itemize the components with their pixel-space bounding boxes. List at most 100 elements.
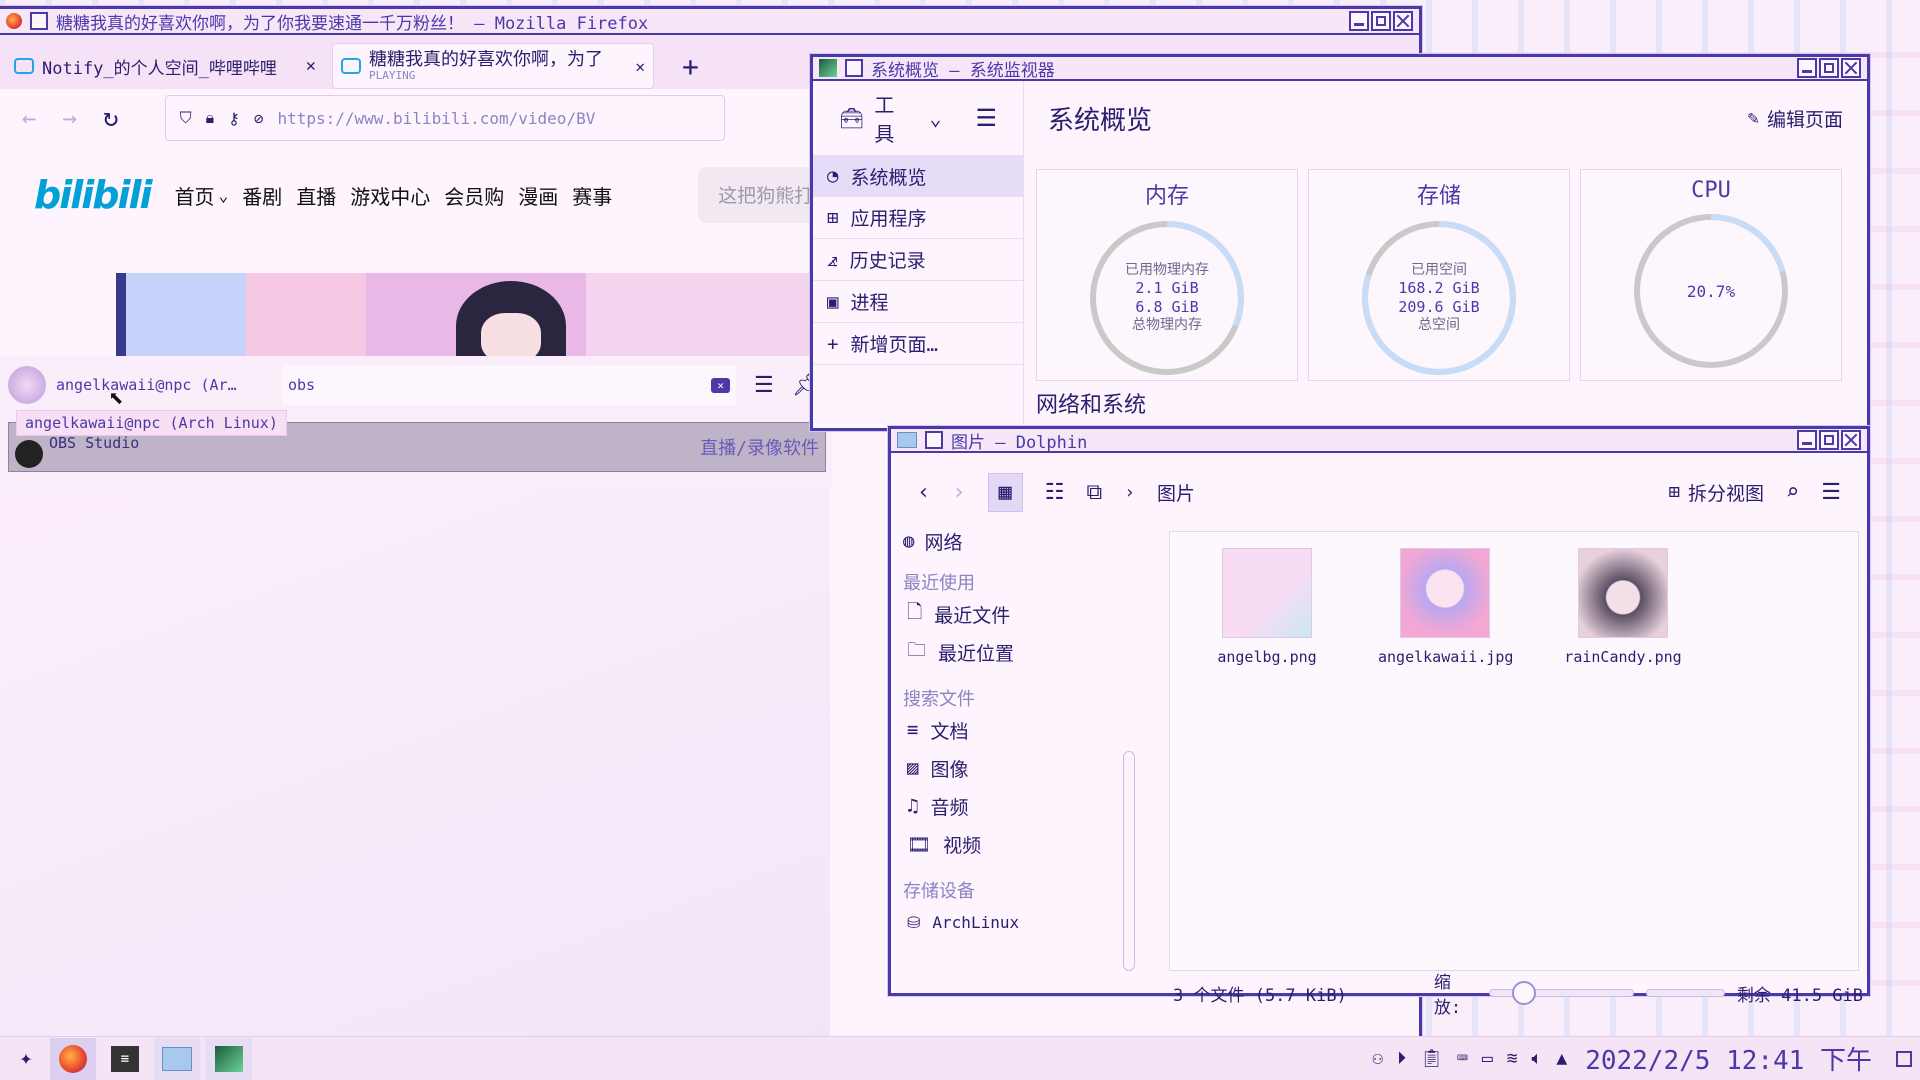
nav-processes[interactable]: ▣ 进程 [813, 281, 1023, 323]
window-menu-icon[interactable] [925, 431, 943, 449]
close-tab-icon[interactable]: ✕ [635, 57, 645, 76]
nav-shop[interactable]: 会员购 [444, 181, 504, 210]
place-recent-files[interactable]: 🗋︎ 最近文件 [903, 595, 1127, 633]
nav-live[interactable]: 直播 [296, 181, 336, 210]
tab-bilibili-space[interactable]: Notify_的个人空间_哔哩哔哩 ✕ [6, 45, 324, 87]
breadcrumb[interactable]: 图片 [1157, 479, 1647, 506]
taskbar-firefox[interactable] [50, 1037, 96, 1080]
back-arrow-icon[interactable]: ← [22, 104, 36, 132]
back-icon[interactable]: ‹ [917, 480, 930, 505]
tab-current-video[interactable]: 糖糖我真的好喜欢你啊，为了 PLAYING ✕ [332, 43, 654, 89]
forward-arrow-icon[interactable]: → [62, 104, 76, 132]
close-button[interactable] [1393, 11, 1413, 31]
place-recent-locations[interactable]: 🗀︎ 最近位置 [903, 633, 1127, 671]
zoom-label: 缩放: [1433, 973, 1462, 1018]
minimize-button[interactable] [1797, 58, 1817, 78]
file-item[interactable]: angelkawaii.jpg [1378, 548, 1513, 666]
maximize-button[interactable] [1819, 58, 1839, 78]
file-view[interactable]: angelbg.png angelkawaii.jpg rainCandy.pn… [1169, 531, 1859, 971]
clock[interactable]: 2022/2/5 12:41 下午 [1585, 1040, 1872, 1077]
hamburger-menu-icon[interactable]: ☰ [1821, 480, 1841, 505]
taskbar-dolphin[interactable] [154, 1037, 200, 1080]
tab-label: Notify_的个人空间_哔哩哔哩 [42, 58, 277, 79]
details-view-icon[interactable]: ⧉ [1086, 480, 1102, 505]
icons-view-icon[interactable]: ▦ [987, 472, 1023, 512]
tab-label: 糖糖我真的好喜欢你啊，为了 [369, 50, 603, 71]
video-banner[interactable] [116, 273, 810, 357]
battery-icon[interactable]: ▭ [1482, 1048, 1493, 1069]
search-icon[interactable]: ⌕ [1786, 480, 1799, 505]
nav-history[interactable]: ⦨ 历史记录 [813, 239, 1023, 281]
file-item[interactable]: angelbg.png [1200, 548, 1334, 666]
tools-menu[interactable]: 🧰︎ 工具 ⌄ ☰ [813, 89, 1023, 147]
window-menu-icon[interactable] [30, 12, 48, 30]
reload-icon[interactable]: ↻ [103, 103, 119, 133]
dolphin-window: 图片 — Dolphin ‹ › ▦ ☷ ⧉ › 图片 ⊞ 拆分视图 ⌕ ☰ ◍ 网… [888, 426, 1870, 1018]
sysmon-titlebar[interactable]: 系统概览 — 系统监视器 [813, 57, 1867, 81]
zoom-slider-handle[interactable] [1511, 981, 1536, 1005]
result-name: OBS Studio [49, 434, 140, 452]
kde-connect-icon[interactable]: ⚇ [1372, 1048, 1383, 1069]
permissions-icon[interactable]: ⚷ [228, 109, 240, 128]
breadcrumb-separator-icon: › [1124, 481, 1136, 503]
minimize-button[interactable] [1349, 11, 1369, 31]
clipboard-icon[interactable]: 📋︎ [1420, 1048, 1443, 1069]
sidebar-scrollbar[interactable] [1123, 751, 1135, 971]
sysmon-app-icon [819, 59, 837, 77]
minimize-button[interactable] [1797, 430, 1817, 450]
window-menu-icon[interactable] [845, 59, 863, 77]
close-button[interactable] [1841, 430, 1861, 450]
search-header: 搜索文件 [903, 689, 975, 710]
nav-esports[interactable]: 赛事 [572, 181, 612, 210]
show-desktop-icon[interactable] [1896, 1050, 1912, 1067]
nav-home[interactable]: 首页 [175, 181, 215, 210]
system-tray: ⚇ ⏵ 📋︎ ⌨ ▭ ≋ 🔈︎ ▲ 2022/2/5 12:41 下午 [1372, 1040, 1912, 1077]
maximize-button[interactable] [1371, 11, 1391, 31]
place-network[interactable]: ◍ 网络 [903, 531, 1127, 551]
url-bar[interactable]: ⛉ 🔒︎ ⚷ ⊘ https://www.bilibili.com/video/… [164, 95, 725, 141]
bilibili-logo[interactable]: bilibili [34, 173, 153, 217]
maximize-button[interactable] [1819, 430, 1839, 450]
folder-icon [897, 432, 917, 448]
close-button[interactable] [1841, 58, 1861, 78]
url-text[interactable]: https://www.bilibili.com/video/BV [277, 109, 595, 128]
app-launcher-icon[interactable]: ✦ [8, 1046, 44, 1071]
nav-overview[interactable]: ◔ 系统概览 [813, 155, 1023, 197]
hamburger-menu-icon[interactable]: ☰ [975, 104, 997, 132]
wifi-icon[interactable]: ≋ [1507, 1048, 1518, 1069]
nav-manga[interactable]: 漫画 [518, 181, 558, 210]
shield-icon[interactable]: ⛉ [180, 108, 192, 128]
chevron-down-icon[interactable]: ⌄ [219, 186, 229, 205]
place-documents[interactable]: ≡ 文档 [903, 711, 1127, 749]
nav-anime[interactable]: 番剧 [242, 181, 282, 210]
tray-expand-icon[interactable]: ▲ [1556, 1048, 1567, 1069]
new-tab-button[interactable]: + [682, 50, 699, 83]
search-input[interactable]: obs ✕ [282, 365, 736, 405]
place-audio[interactable]: ♫ 音频 [903, 787, 1127, 825]
split-view-button[interactable]: ⊞ 拆分视图 [1669, 479, 1764, 506]
keyboard-icon[interactable]: ⌨ [1457, 1048, 1468, 1069]
compact-view-icon[interactable]: ☷ [1045, 480, 1065, 505]
place-images[interactable]: ▨ 图像 [903, 749, 1127, 787]
file-item[interactable]: rainCandy.png [1556, 548, 1690, 666]
forward-icon[interactable]: › [952, 480, 965, 505]
settings-sliders-icon[interactable]: ☰ [754, 373, 774, 398]
taskbar-sysmon[interactable] [206, 1037, 252, 1080]
volume-icon[interactable]: 🔈︎ [1532, 1048, 1543, 1069]
taskbar-krunner[interactable]: ≡ [102, 1038, 148, 1080]
nav-add-page[interactable]: + 新增页面… [813, 323, 1023, 365]
nav-applications[interactable]: ⊞ 应用程序 [813, 197, 1023, 239]
clear-text-icon[interactable]: ✕ [711, 377, 730, 393]
zoom-slider[interactable] [1488, 981, 1634, 1005]
nav-game-center[interactable]: 游戏中心 [350, 181, 430, 210]
file-name: rainCandy.png [1564, 648, 1682, 666]
dolphin-titlebar[interactable]: 图片 — Dolphin [891, 429, 1867, 453]
close-tab-icon[interactable]: ✕ [306, 56, 316, 76]
media-player-icon[interactable]: ⏵ [1397, 1048, 1406, 1069]
place-videos[interactable]: 🎞︎ 视频 [903, 825, 1127, 863]
firefox-titlebar[interactable]: 糖糖我真的好喜欢你啊，为了你我要速通一千万粉丝！ — Mozilla Firef… [0, 9, 1419, 35]
edit-page-button[interactable]: ✎ 编辑页面 [1748, 105, 1843, 132]
place-archlinux[interactable]: ⛁ ArchLinux [903, 903, 1127, 941]
tracking-blocked-icon[interactable]: ⊘ [254, 109, 264, 128]
lock-icon[interactable]: 🔒︎ [206, 108, 215, 128]
